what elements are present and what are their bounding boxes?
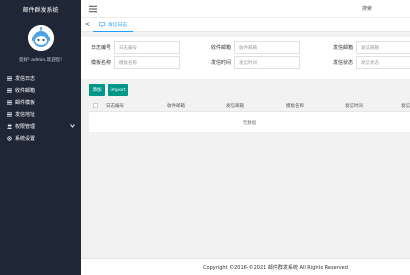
sidebar-menu: 发信日志 收件邮箱 邮件模板 发信地址 权限管理 系统设置 [0, 72, 81, 144]
sidebar-item-send-log[interactable]: 发信日志 [0, 72, 81, 84]
tab-bar: < 发信日志 [81, 18, 410, 32]
send-time-input[interactable]: 发信时间 [234, 56, 300, 69]
menu-toggle-icon[interactable] [89, 5, 97, 13]
filter-sender: 发信邮箱 发信邮箱 [326, 41, 410, 54]
page-footer: Copyright ©2016-©2021 邮件群发系统 All Rights … [81, 258, 410, 275]
sidebar-item-label: 收件邮箱 [15, 87, 36, 94]
filter-recipient: 收件邮箱 收件邮箱 [204, 41, 300, 54]
field-label: 发信邮箱 [332, 45, 353, 51]
field-label: 日志编号 [90, 45, 111, 51]
sidebar-item-sender-address[interactable]: 发信地址 [0, 108, 81, 120]
sidebar-item-label: 系统设置 [15, 135, 36, 142]
sidebar-item-label: 发信日志 [15, 75, 36, 82]
tab-send-log[interactable]: 发信日志 [93, 18, 134, 32]
settings-icon [7, 135, 12, 141]
tab-label: 发信日志 [108, 23, 128, 28]
column-header-status[interactable]: 发信 [401, 103, 410, 109]
column-header-log-id[interactable]: 日志编号 [106, 103, 124, 109]
select-all-checkbox[interactable] [93, 103, 98, 108]
import-button[interactable]: import [108, 84, 128, 96]
template-input[interactable]: 模板名称 [114, 56, 180, 69]
column-header-send-time[interactable]: 发信时间 [345, 103, 363, 109]
log-table: 日志编号 收件邮箱 发信邮箱 模板名称 发信时间 发信 无数据 [89, 99, 410, 132]
field-label: 发信时间 [210, 60, 231, 66]
filter-send-time: 发信时间 发信时间 [204, 56, 300, 69]
recipient-input[interactable]: 收件邮箱 [234, 41, 300, 54]
filter-log-id: 日志编号 日志编号 [84, 41, 180, 54]
monitor-icon [99, 22, 105, 27]
add-button[interactable]: 添加 [89, 84, 105, 96]
sidebar-item-label: 权限管理 [15, 123, 36, 130]
tab-back-button[interactable]: < [85, 21, 90, 28]
header-search-link[interactable]: 搜索 [362, 5, 372, 12]
sidebar-item-permission-management[interactable]: 权限管理 [0, 120, 81, 132]
field-label: 模板名称 [90, 60, 111, 66]
sidebar-item-mail-template[interactable]: 邮件模板 [0, 96, 81, 108]
sidebar-item-recipient-mailbox[interactable]: 收件邮箱 [0, 84, 81, 96]
robot-avatar-icon [27, 25, 54, 51]
empty-state-text: 无数据 [242, 121, 257, 126]
log-id-input[interactable]: 日志编号 [114, 41, 180, 54]
sidebar: 邮件群发系统 您好! admin,欢迎您! 发信日志 收件邮箱 邮件模板 发信地… [0, 0, 81, 275]
list-icon [7, 100, 12, 104]
field-label: 发信状态 [332, 60, 353, 66]
status-input[interactable]: 发信状态 [356, 56, 410, 69]
avatar[interactable] [27, 25, 54, 51]
list-icon [7, 88, 12, 92]
sender-input[interactable]: 发信邮箱 [356, 41, 410, 54]
chevron-down-icon [70, 124, 75, 128]
sidebar-item-system-settings[interactable]: 系统设置 [0, 132, 81, 144]
top-header: 搜索 [81, 0, 410, 18]
list-icon [7, 76, 12, 80]
column-header-recipient[interactable]: 收件邮箱 [167, 103, 185, 109]
list-icon [7, 112, 12, 116]
column-header-template[interactable]: 模板名称 [286, 103, 304, 109]
table-header: 日志编号 收件邮箱 发信邮箱 模板名称 发信时间 发信 [89, 99, 410, 112]
sidebar-item-label: 邮件模板 [15, 99, 36, 106]
copyright-text: Copyright ©2016-©2021 邮件群发系统 All Rights … [203, 264, 348, 271]
app-title: 邮件群发系统 [22, 6, 59, 14]
filter-status: 发信状态 发信状态 [326, 56, 410, 69]
column-header-sender[interactable]: 发信邮箱 [226, 103, 244, 109]
user-panel: 您好! admin,欢迎您! [0, 18, 81, 63]
field-label: 收件邮箱 [210, 45, 231, 51]
filter-form: 日志编号 日志编号 收件邮箱 收件邮箱 发信邮箱 发信邮箱 模板名称 模板名称 … [81, 37, 410, 79]
user-greeting: 您好! admin,欢迎您! [18, 58, 63, 63]
users-icon [7, 124, 12, 129]
sidebar-item-label: 发信地址 [15, 111, 36, 118]
filter-template: 模板名称 模板名称 [84, 56, 180, 69]
